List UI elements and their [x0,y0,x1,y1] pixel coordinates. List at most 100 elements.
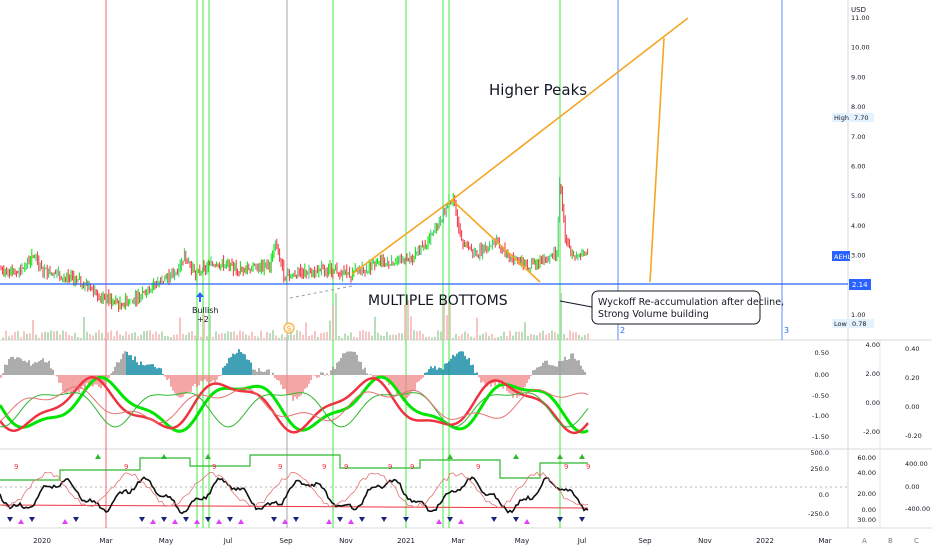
histogram-bar [230,357,232,375]
histogram-bar [540,366,542,375]
scale-button-c[interactable]: C [914,537,919,545]
low-label-value: 0.78 [852,320,866,328]
histogram-bar [258,368,260,375]
histogram-bar [208,375,210,384]
osc2-inner-tick: 0.0 [819,491,829,499]
osc2-mid-tick: 0.00 [862,506,876,514]
histogram-bar [442,370,444,375]
up-triangle-icon [326,519,332,524]
histogram-bar [238,349,240,375]
scale-button-a[interactable]: A [862,537,867,545]
histogram-bar [228,358,230,375]
down-triangle-icon [337,517,343,522]
osc1-left-tick: 2.00 [866,370,880,378]
higher-peaks-line [452,18,688,200]
count-marker: 9 [564,463,568,471]
volume-bar [578,335,580,340]
histogram-bar [216,375,218,380]
volume-bar [173,335,175,340]
histogram-bar [264,372,266,375]
volume-bar [128,334,130,340]
volume-bar [368,332,370,340]
histogram-bar [422,375,424,378]
oscillator-2-axis: 500.0250.00.0-250.060.0040.0020.000.0030… [808,449,930,524]
volume-bar [38,338,40,340]
volume-bar [188,332,190,340]
histogram-bar [370,374,372,375]
osc1-right-tick: 0.20 [905,374,919,382]
histogram-bar [180,375,182,398]
osc2-inner-tick: -250.0 [808,510,829,518]
histogram-bar [274,375,276,378]
time-axis-label: 2020 [33,537,51,545]
histogram-bar [128,355,130,375]
volume-bar [413,330,415,340]
volume-bar [62,331,64,340]
up-triangle-icon [447,454,453,459]
histogram-bar [520,375,522,395]
volume-bar [215,332,217,340]
histogram-bar [206,375,208,382]
volume-bar [344,334,346,340]
volume-bar [287,335,289,340]
histogram-bar [148,365,150,375]
histogram-bar [322,373,324,375]
histogram-bar [428,369,430,375]
histogram-bar [570,354,572,375]
volume-bar [518,331,520,340]
volume-bar [545,335,547,340]
histogram-bar [22,361,24,375]
volume-bar [284,337,286,340]
volume-bar [566,338,568,340]
histogram-bar [416,375,418,383]
volume-bar [137,337,139,340]
volume-bar [311,335,313,340]
histogram-bar [150,364,152,375]
histogram-bar [250,362,252,375]
histogram-bar [176,375,178,396]
histogram-bar [122,354,124,375]
volume-bar [341,338,343,340]
scale-button-b[interactable]: B [888,537,893,545]
histogram-bar [240,352,242,375]
volume-bar [293,335,295,340]
volume-bar [374,317,376,340]
histogram-bar [272,373,274,375]
histogram-bar [318,375,320,377]
down-triangle-icon [73,517,79,522]
bullish-marker: Bullish +2 [192,292,218,324]
up-triangle-icon [172,519,178,524]
volume-bar [143,331,145,340]
volume-bar [338,336,340,340]
wyckoff-callout: Wyckoff Re-accumulation after decline, S… [560,291,784,324]
volume-bar [11,335,13,340]
down-triangle-icon [403,517,409,522]
osc1-inner-tick: -0.50 [812,392,829,400]
bullish-label: Bullish [192,306,218,315]
histogram-bar [212,375,214,380]
histogram-bar [226,363,228,375]
up-triangle-icon [238,519,244,524]
up-triangle-icon [95,454,101,459]
volume-bar [383,336,385,340]
histogram-bar [448,361,450,375]
histogram-bar [468,358,470,375]
histogram-bar [112,371,114,375]
volume-bar [200,337,202,340]
histogram-bar [160,368,162,375]
volume-bar [452,338,454,340]
count-marker: 9 [124,463,128,471]
histogram-bar [330,370,332,375]
histogram-bar [430,366,432,375]
volume-bar [398,333,400,340]
histogram-bar [420,375,422,379]
histogram-bar [426,372,428,375]
histogram-bar [554,366,556,375]
osc1-right-tick: 0.00 [905,403,919,411]
volume-bar [581,337,583,340]
volume-bar [278,338,280,340]
histogram-bar [484,375,486,384]
histogram-bar [60,375,62,383]
histogram-bar [224,366,226,375]
histogram-bar [292,375,294,401]
